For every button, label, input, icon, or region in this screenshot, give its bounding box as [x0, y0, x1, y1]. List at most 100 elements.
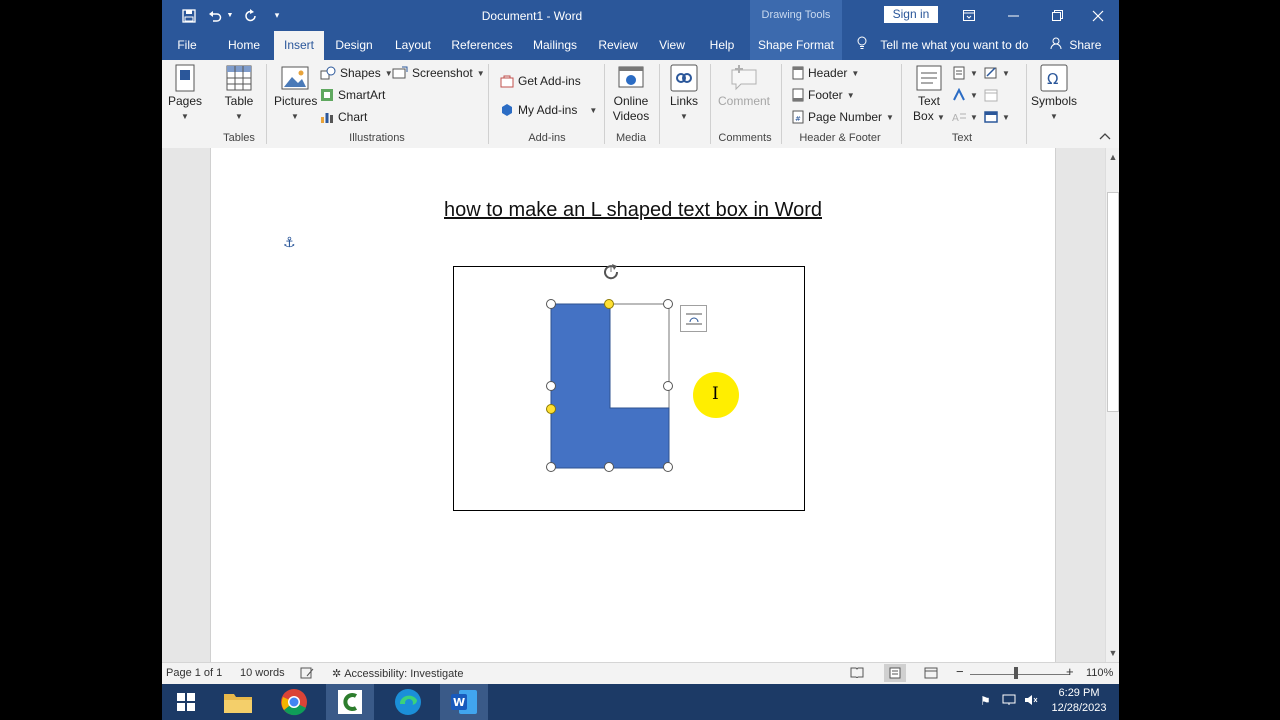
- text-box-label-2: Box: [913, 109, 934, 123]
- zoom-in-button[interactable]: +: [1066, 664, 1074, 679]
- zoom-slider-thumb[interactable]: [1014, 667, 1018, 679]
- ribbon-display-options-icon[interactable]: [947, 0, 991, 31]
- redo-icon[interactable]: [240, 0, 262, 31]
- volume-muted-icon[interactable]: [1024, 694, 1038, 709]
- resize-handle-bottom[interactable]: [604, 462, 614, 472]
- print-layout-icon[interactable]: [884, 664, 906, 682]
- smartart-button[interactable]: SmartArt: [320, 88, 385, 102]
- smartart-label: SmartArt: [338, 88, 386, 102]
- chevron-down-icon: ▼: [886, 112, 894, 122]
- restore-icon[interactable]: [1035, 0, 1079, 31]
- tab-help[interactable]: Help: [702, 31, 742, 60]
- minimize-icon[interactable]: [991, 0, 1035, 31]
- date-time-button[interactable]: [984, 88, 998, 102]
- chart-button[interactable]: Chart: [320, 110, 367, 124]
- table-button[interactable]: Table ▼: [222, 64, 256, 124]
- quick-parts-button[interactable]: ▼: [952, 66, 978, 80]
- header-button[interactable]: Header ▼: [792, 66, 859, 80]
- word-count[interactable]: 10 words: [240, 667, 285, 679]
- clock-date: 12/28/2023: [1051, 702, 1107, 714]
- online-videos-button[interactable]: Online Videos: [610, 64, 652, 124]
- edge-button[interactable]: [384, 684, 432, 720]
- screenshot-button[interactable]: Screenshot ▼: [392, 66, 485, 80]
- resize-handle-left[interactable]: [546, 381, 556, 391]
- shapes-button[interactable]: Shapes ▼: [320, 66, 393, 80]
- close-icon[interactable]: [1076, 0, 1119, 31]
- pictures-button[interactable]: Pictures ▼: [274, 64, 318, 124]
- layout-options-icon[interactable]: [680, 305, 707, 332]
- web-layout-icon[interactable]: [924, 667, 938, 682]
- rotate-handle-icon[interactable]: [599, 262, 623, 285]
- symbols-button[interactable]: Ω Symbols ▼: [1030, 64, 1078, 124]
- system-clock[interactable]: 6:29 PM 12/28/2023: [1044, 686, 1114, 716]
- signature-line-button[interactable]: ▼: [984, 66, 1010, 80]
- save-icon[interactable]: [178, 0, 200, 31]
- pages-button[interactable]: Pages ▼: [168, 64, 202, 124]
- text-box-button[interactable]: Text Box ▼: [908, 64, 950, 125]
- chevron-down-icon: ▼: [1002, 68, 1010, 78]
- proofing-icon[interactable]: [300, 667, 314, 682]
- tab-mailings[interactable]: Mailings: [526, 31, 584, 60]
- chevron-down-icon: ▼: [680, 112, 688, 121]
- get-addins-button[interactable]: Get Add-ins: [500, 74, 581, 88]
- my-addins-button[interactable]: My Add-ins ▼: [500, 103, 597, 117]
- symbols-label: Symbols: [1030, 94, 1077, 108]
- chrome-button[interactable]: [270, 684, 318, 720]
- collapse-ribbon-icon[interactable]: [1099, 132, 1111, 143]
- l-shaped-shape[interactable]: [550, 303, 670, 469]
- tab-review[interactable]: Review: [594, 31, 642, 60]
- camtasia-button[interactable]: [326, 684, 374, 720]
- resize-handle-top-left[interactable]: [546, 299, 556, 309]
- file-explorer-button[interactable]: [214, 684, 262, 720]
- zoom-slider-track[interactable]: [970, 674, 1070, 675]
- page-count[interactable]: Page 1 of 1: [166, 667, 222, 679]
- scroll-thumb[interactable]: [1107, 192, 1119, 412]
- scroll-up-icon[interactable]: ▲: [1106, 150, 1119, 164]
- wordart-button[interactable]: ▼: [952, 88, 978, 102]
- zoom-out-button[interactable]: −: [956, 664, 964, 679]
- tab-home[interactable]: Home: [222, 31, 266, 60]
- vertical-scrollbar[interactable]: ▲ ▼: [1105, 148, 1119, 662]
- start-button[interactable]: [162, 684, 210, 720]
- footer-button[interactable]: Footer ▼: [792, 88, 855, 102]
- resize-handle-bottom-right[interactable]: [663, 462, 673, 472]
- tab-insert[interactable]: Insert: [274, 31, 324, 60]
- document-area: how to make an L shaped text box in Word…: [162, 148, 1105, 662]
- undo-icon[interactable]: [204, 0, 226, 31]
- share-button[interactable]: Share: [1050, 31, 1101, 60]
- customize-qat-icon[interactable]: ▾: [268, 0, 286, 31]
- resize-handle-bottom-left[interactable]: [546, 462, 556, 472]
- screenshot-label: Screenshot: [412, 66, 473, 80]
- adjust-handle-top[interactable]: [604, 299, 614, 309]
- comment-button[interactable]: Comment: [716, 64, 772, 109]
- undo-dropdown-icon[interactable]: ▼: [225, 0, 235, 31]
- links-button[interactable]: Links ▼: [666, 64, 702, 124]
- tab-references[interactable]: References: [448, 31, 516, 60]
- tab-file[interactable]: File: [168, 31, 206, 60]
- tell-me-search[interactable]: Tell me what you want to do: [857, 31, 1028, 60]
- tab-layout[interactable]: Layout: [388, 31, 438, 60]
- adjust-handle-left[interactable]: [546, 404, 556, 414]
- resize-handle-top-right[interactable]: [663, 299, 673, 309]
- accessibility-status[interactable]: ✲ Accessibility: Investigate: [332, 667, 463, 680]
- word-taskbar-button[interactable]: W: [440, 684, 488, 720]
- network-icon[interactable]: [1002, 694, 1016, 709]
- zoom-level[interactable]: 110%: [1086, 667, 1113, 679]
- header-icon: [792, 66, 804, 80]
- tab-shape-format[interactable]: Shape Format: [750, 31, 842, 60]
- drop-cap-button[interactable]: A ▼: [952, 110, 978, 125]
- resize-handle-right[interactable]: [663, 381, 673, 391]
- chevron-down-icon: ▼: [291, 112, 299, 121]
- sign-in-button[interactable]: Sign in: [884, 6, 938, 23]
- l-shape-canvas: [550, 266, 670, 469]
- tab-view[interactable]: View: [652, 31, 692, 60]
- read-mode-icon[interactable]: [850, 667, 864, 681]
- tab-design[interactable]: Design: [330, 31, 378, 60]
- scroll-down-icon[interactable]: ▼: [1106, 646, 1119, 660]
- document-page[interactable]: how to make an L shaped text box in Word…: [210, 148, 1056, 662]
- pictures-label: Pictures: [274, 94, 318, 108]
- document-heading[interactable]: how to make an L shaped text box in Word: [211, 199, 1055, 222]
- page-number-button[interactable]: # Page Number ▼: [792, 110, 894, 124]
- object-button[interactable]: ▼: [984, 110, 1010, 124]
- action-center-flag-icon[interactable]: ⚑: [980, 694, 991, 708]
